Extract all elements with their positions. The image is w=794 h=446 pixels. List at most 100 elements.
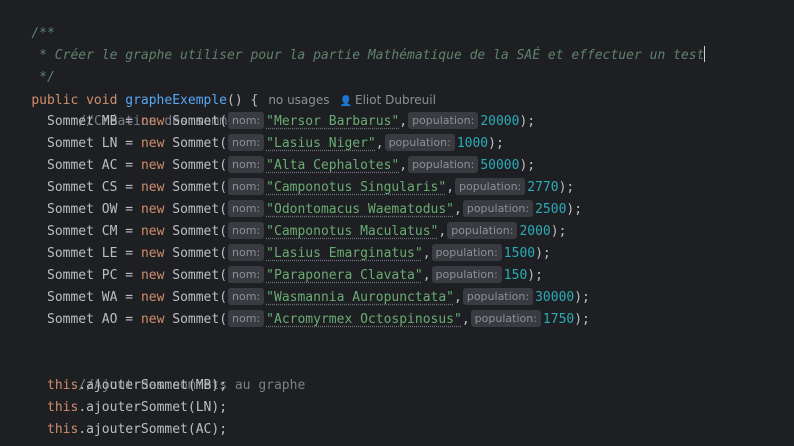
sommet-constructor: Sommet( [172,158,228,173]
sommet-type: Sommet [47,290,94,305]
sommet-population-number: 20000 [480,114,520,129]
ajout-argument: MB [195,378,212,393]
sommet-declaration-line[interactable]: Sommet AO = new Sommet(nom: "Acromyrmex O… [0,309,794,331]
sommet-declaration-line[interactable]: Sommet CM = new Sommet(nom: "Camponotus M… [0,221,794,243]
param-hint-nom: nom: [228,244,265,261]
sommet-declaration-line[interactable]: Sommet CS = new Sommet(nom: "Camponotus S… [0,177,794,199]
param-hint-population: population: [462,200,534,217]
sommet-type: Sommet [47,180,94,195]
param-hint-nom: nom: [228,134,265,151]
new-keyword: new [140,114,165,129]
sommet-constructor: Sommet( [172,136,228,151]
sommet-nom-string: "Odontomacus Waematodus" [266,202,455,217]
sommet-nom-string: "Alta Cephalotes" [266,158,400,173]
sommet-type: Sommet [47,202,94,217]
sommet-nom-string: "Lasius Niger" [266,136,376,151]
ajouter-sommet-call[interactable]: .ajouterSommet [78,400,188,415]
param-hint-nom: nom: [228,288,265,305]
new-keyword: new [140,290,165,305]
sommet-constructor: Sommet( [172,180,228,195]
param-hint-population: population: [408,112,479,129]
sommet-variable[interactable]: AC [102,158,118,173]
sommet-nom-string: "Wasmannia Auropunctata" [266,290,455,305]
sommet-constructor: Sommet( [172,246,228,261]
sommet-variable[interactable]: LE [102,246,118,261]
this-keyword: this [47,378,79,393]
sommet-variable[interactable]: CS [102,180,118,195]
param-hint-nom: nom: [228,310,265,327]
sommet-declaration-line[interactable]: Sommet PC = new Sommet(nom: "Paraponera C… [0,265,794,287]
sommet-variable[interactable]: OW [102,202,118,217]
param-hint-nom: nom: [228,178,265,195]
code-line[interactable]: */ [0,45,794,85]
sommet-constructor: Sommet( [172,224,228,239]
sommet-population-number: 2000 [519,224,551,239]
sommet-population-number: 1750 [542,312,575,327]
sommet-nom-string: "Paraponera Clavata" [266,268,423,283]
sommet-nom-string: "Camponotus Singularis" [266,180,447,195]
param-hint-population: population: [462,288,534,305]
new-keyword: new [140,224,165,239]
sommet-declaration-line[interactable]: Sommet WA = new Sommet(nom: "Wasmannia Au… [0,287,794,309]
sommet-constructor: Sommet( [172,202,228,217]
param-hint-nom: nom: [228,112,265,129]
param-hint-nom: nom: [228,200,265,217]
param-hint-nom: nom: [228,222,265,239]
sommet-nom-string: "Lasius Emarginatus" [266,246,423,261]
sommet-population-number: 1000 [456,136,489,151]
code-line[interactable]: * Créer le graphe utiliser pour la parti… [0,23,794,63]
sommet-type: Sommet [47,224,94,239]
sommet-constructor: Sommet( [172,312,228,327]
sommet-variable[interactable]: CM [102,224,118,239]
param-hint-population: population: [431,244,502,261]
param-hint-population: population: [384,134,455,151]
ajout-sommet-line[interactable]: this.ajouterSommet(LN); [0,397,794,419]
sommet-type: Sommet [47,246,94,261]
sommet-population-number: 2500 [535,202,567,217]
param-hint-nom: nom: [228,156,265,173]
param-hint-population: population: [431,266,502,283]
ajouter-sommet-call[interactable]: .ajouterSommet [78,422,188,437]
sommet-type: Sommet [47,268,94,283]
sommet-declaration-line[interactable]: Sommet AC = new Sommet(nom: "Alta Cephalo… [0,155,794,177]
sommet-declaration-line[interactable]: Sommet LN = new Sommet(nom: "Lasius Niger… [0,133,794,155]
sommet-population-number: 50000 [480,158,520,173]
code-editor[interactable]: /** * Créer le graphe utiliser pour la p… [0,0,794,446]
sommet-population-number: 2770 [527,180,559,195]
sommet-declaration-line[interactable]: Sommet OW = new Sommet(nom: "Odontomacus … [0,199,794,221]
comment-line-ajout[interactable]: //Ajout des sommets au graphe [0,353,794,393]
sommet-variable[interactable]: WA [102,290,118,305]
sommet-type: Sommet [47,158,94,173]
sommet-nom-string: "Acromyrmex Octospinosus" [266,312,462,327]
method-signature-line[interactable]: public void grapheExemple() {no usages 👤 E… [0,67,794,108]
sommet-constructor: Sommet( [172,290,228,305]
sommet-population-number: 30000 [535,290,575,305]
sommet-type: Sommet [47,136,94,151]
sommet-declaration-line[interactable]: Sommet LE = new Sommet(nom: "Lasius Emarg… [0,243,794,265]
sommet-nom-string: "Camponotus Maculatus" [266,224,439,239]
sommet-nom-string: "Mersor Barbarus" [266,114,400,129]
code-line[interactable]: //Création des sommets [0,89,794,129]
ajout-argument: AC [195,422,212,437]
sommet-variable[interactable]: MB [102,114,118,129]
sommet-population-number: 1500 [503,246,536,261]
param-hint-population: population: [408,156,479,173]
ajouter-sommet-call[interactable]: .ajouterSommet [78,378,188,393]
ajout-sommet-line[interactable]: this.ajouterSommet(MB); [0,375,794,397]
ajout-argument: LN [195,400,212,415]
ajout-sommet-line[interactable]: this.ajouterSommet(AC); [0,419,794,441]
new-keyword: new [140,136,165,151]
code-line[interactable]: /** [0,1,794,41]
this-keyword: this [47,400,79,415]
sommet-variable[interactable]: LN [102,136,118,151]
sommet-variable[interactable]: PC [102,268,118,283]
this-keyword: this [47,422,79,437]
sommet-variable[interactable]: AO [102,312,118,327]
sommet-declaration-line[interactable]: Sommet MB = new Sommet(nom: "Mersor Barba… [0,111,794,133]
param-hint-population: population: [447,222,518,239]
sommet-population-number: 150 [503,268,528,283]
sommet-type: Sommet [47,114,94,129]
sommet-constructor: Sommet( [172,114,228,129]
new-keyword: new [140,246,165,261]
new-keyword: new [140,158,165,173]
